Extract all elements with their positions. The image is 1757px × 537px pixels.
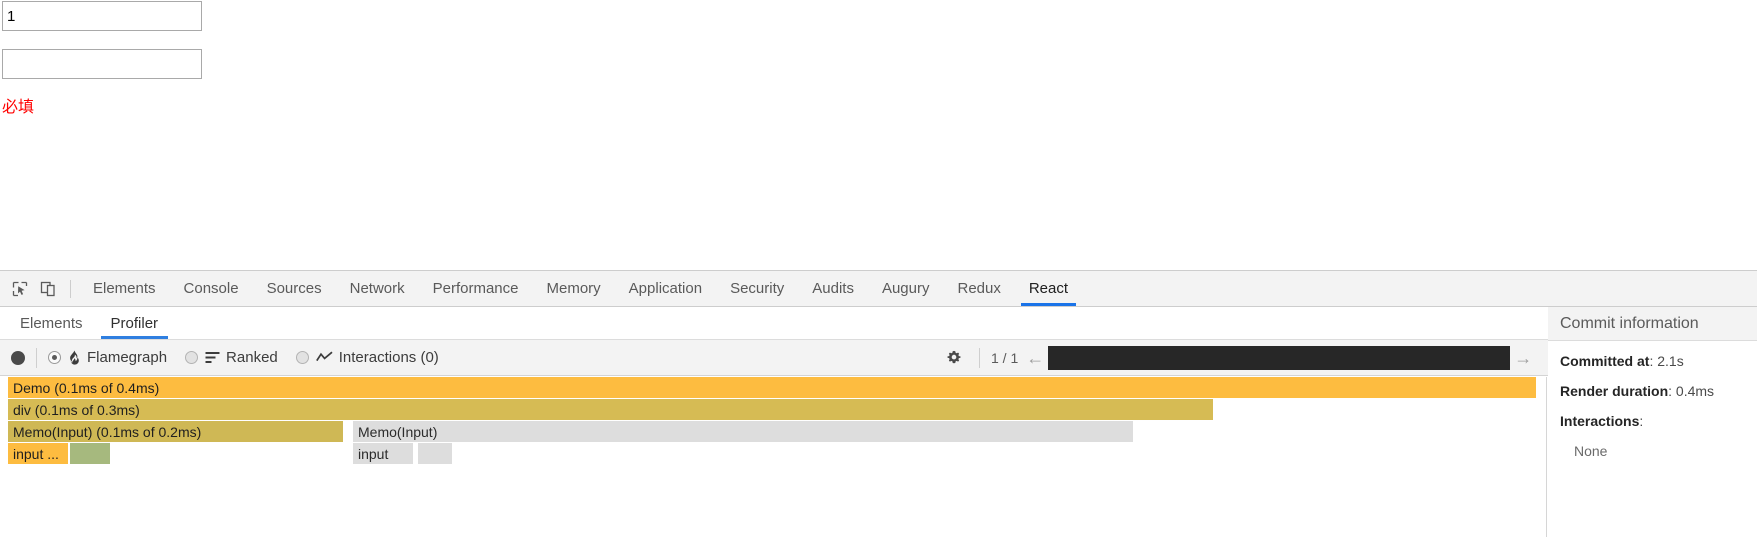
interactions-value: None [1574, 443, 1608, 459]
tab-augury[interactable]: Augury [868, 271, 944, 306]
tab-redux[interactable]: Redux [943, 271, 1014, 306]
view-mode-flamegraph[interactable]: Flamegraph [48, 349, 167, 366]
web-page-content: 必填 [0, 0, 1757, 270]
flamegraph-row: Memo(Input) (0.1ms of 0.2ms) Memo(Input) [0, 421, 1546, 443]
toolbar-divider [70, 279, 71, 298]
ranked-bars-icon [205, 351, 220, 364]
flamegraph-bar-memo-input-inactive[interactable]: Memo(Input) [353, 421, 1133, 442]
tab-security[interactable]: Security [716, 271, 798, 306]
flamegraph-bar-input-sibling[interactable] [70, 443, 110, 464]
tab-react[interactable]: React [1015, 271, 1082, 306]
flamegraph-bar-div[interactable]: div (0.1ms of 0.3ms) [8, 399, 1213, 420]
profiler-toolbar-right: 1 / 1 ← → [940, 340, 1536, 376]
profiler-toolbar: Flamegraph Ranked Interactions (0) 1 / 1… [0, 340, 1757, 376]
tab-performance[interactable]: Performance [419, 271, 533, 306]
interactions-row: Interactions: [1560, 413, 1745, 429]
flamegraph-chart: Demo (0.1ms of 0.4ms) div (0.1ms of 0.3m… [0, 377, 1547, 537]
committed-at-row: Committed at: 2.1s [1560, 353, 1745, 369]
radio-interactions[interactable] [295, 351, 309, 364]
flamegraph-bar-demo[interactable]: Demo (0.1ms of 0.4ms) [8, 377, 1536, 398]
devtools-tabbar: Elements Console Sources Network Perform… [0, 271, 1757, 307]
flamegraph-row: Demo (0.1ms of 0.4ms) [0, 377, 1546, 399]
commit-information-title: Commit information [1548, 307, 1757, 341]
radio-flamegraph[interactable] [48, 351, 61, 364]
flamegraph-bar-input-inactive[interactable]: input [353, 443, 413, 464]
flamegraph-bar-memo-input[interactable]: Memo(Input) (0.1ms of 0.2ms) [8, 421, 343, 442]
colon: : [1639, 413, 1644, 429]
next-commit-button[interactable]: → [1510, 345, 1536, 371]
second-text-input[interactable] [2, 49, 202, 79]
render-duration-row: Render duration: 0.4ms [1560, 383, 1745, 399]
toolbar-divider [979, 348, 980, 368]
flamegraph-bar-input[interactable]: input ... [8, 443, 68, 464]
radio-ranked[interactable] [185, 351, 199, 364]
view-mode-ranked[interactable]: Ranked [185, 349, 278, 366]
interactions-label: Interactions [1560, 413, 1640, 429]
flamegraph-row: div (0.1ms of 0.3ms) [0, 399, 1546, 421]
tab-network[interactable]: Network [336, 271, 419, 306]
validation-error-message: 必填 [2, 99, 35, 116]
subtab-profiler[interactable]: Profiler [97, 307, 173, 339]
tab-application[interactable]: Application [615, 271, 716, 306]
tab-console[interactable]: Console [170, 271, 253, 306]
inspect-element-icon[interactable] [6, 275, 34, 303]
gear-icon[interactable] [940, 344, 968, 372]
tab-sources[interactable]: Sources [253, 271, 336, 306]
toolbar-divider [36, 347, 37, 368]
device-toolbar-icon[interactable] [34, 275, 62, 303]
flamegraph-row: input ... input [0, 443, 1546, 465]
tab-audits[interactable]: Audits [798, 271, 868, 306]
render-duration-label: Render duration [1560, 383, 1669, 399]
view-mode-interactions-label: Interactions (0) [338, 349, 439, 366]
view-mode-interactions[interactable]: Interactions (0) [295, 349, 439, 366]
subtab-elements[interactable]: Elements [6, 307, 97, 339]
commit-information-body: Committed at: 2.1s Render duration: 0.4m… [1548, 341, 1757, 459]
colon: : [1668, 383, 1676, 399]
react-subtabbar: Elements Profiler [0, 307, 1757, 340]
view-mode-flamegraph-label: Flamegraph [87, 349, 168, 366]
interactions-chart-icon [315, 351, 333, 364]
devtools-panel: Elements Console Sources Network Perform… [0, 270, 1757, 537]
record-button[interactable] [11, 350, 25, 365]
commit-selector-bar[interactable] [1048, 346, 1511, 370]
render-duration-value: 0.4ms [1675, 383, 1715, 399]
previous-commit-button[interactable]: ← [1022, 345, 1048, 371]
view-mode-ranked-label: Ranked [226, 349, 278, 366]
flamegraph-bar-input-inactive-sibling[interactable] [418, 443, 452, 464]
tab-elements[interactable]: Elements [79, 271, 170, 306]
flame-icon [68, 350, 81, 365]
commit-counter: 1 / 1 [991, 350, 1019, 366]
commit-information-panel: Commit information Committed at: 2.1s Re… [1548, 307, 1757, 537]
committed-at-value: 2.1s [1657, 353, 1684, 369]
tab-memory[interactable]: Memory [533, 271, 615, 306]
first-text-input[interactable] [2, 1, 202, 31]
committed-at-label: Committed at [1560, 353, 1650, 369]
